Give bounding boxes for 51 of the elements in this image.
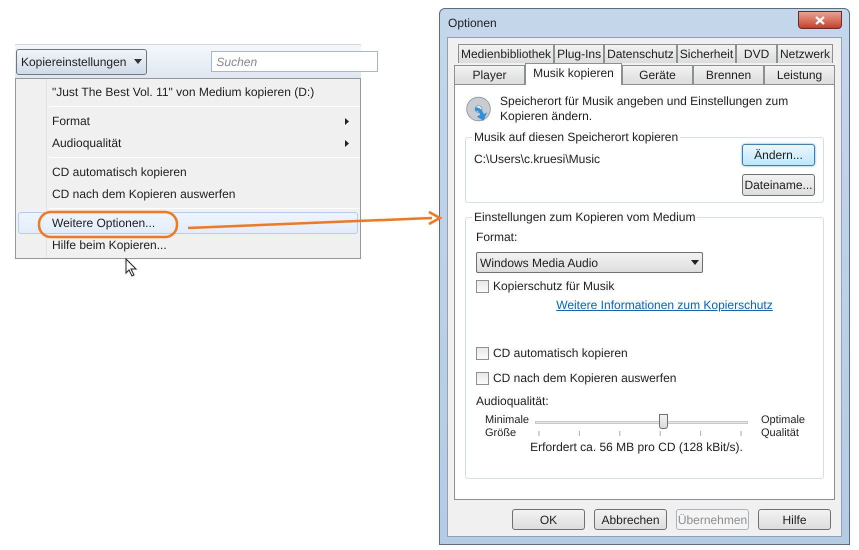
tab[interactable]: Medienbibliothek <box>458 44 554 63</box>
slider-max-label: Optimale Qualität <box>760 414 806 440</box>
mouse-cursor-icon <box>126 258 138 277</box>
tab[interactable]: Musik kopieren <box>525 63 622 85</box>
menu-item[interactable]: CD automatisch kopieren <box>18 161 358 183</box>
menu-item[interactable]: Format <box>18 110 358 132</box>
menu-item[interactable]: "Just The Best Vol. 11" von Medium kopieren (D:) <box>18 81 358 103</box>
tab[interactable]: Player <box>454 65 525 84</box>
dialog-button[interactable]: OK <box>512 509 585 530</box>
menu-item[interactable]: CD nach dem Kopieren auswerfen <box>18 183 358 205</box>
submenu-arrow-icon <box>345 118 349 124</box>
tab[interactable]: DVD <box>736 44 777 63</box>
caret-icon <box>691 260 699 265</box>
menu-item[interactable]: Hilfe beim Kopieren... <box>18 234 358 256</box>
info-link[interactable]: Weitere Informationen zum Kopierschutz <box>556 296 773 314</box>
checkbox-label: Kopierschutz für Musik <box>493 278 614 295</box>
dialog-button[interactable]: Hilfe <box>758 509 831 530</box>
quality-slider[interactable] <box>535 414 748 430</box>
group-title: Musik auf diesen Speicherort kopieren <box>472 130 680 144</box>
checkbox[interactable] <box>476 280 489 292</box>
submenu-arrow-icon <box>345 140 349 146</box>
dialog-button[interactable]: Ändern... <box>742 144 815 166</box>
format-dropdown[interactable]: Windows Media Audio <box>476 252 703 273</box>
format-label: Format: <box>476 229 518 246</box>
slider-thumb[interactable] <box>658 414 668 429</box>
tab[interactable]: Geräte <box>622 65 693 84</box>
checkbox[interactable] <box>476 372 489 384</box>
tab[interactable]: Sicherheit <box>676 44 736 63</box>
tab[interactable]: Netzwerk <box>776 44 833 63</box>
slider-min-label: Minimale Größe <box>484 414 530 440</box>
search-field[interactable]: Suchen <box>211 51 378 72</box>
dialog-button[interactable]: Dateiname... <box>742 174 815 196</box>
window-title: Optionen <box>447 15 497 32</box>
tab[interactable]: Plug-Ins <box>554 44 604 63</box>
checkbox-label: CD nach dem Kopieren auswerfen <box>493 370 676 387</box>
tab[interactable]: Leistung <box>764 65 835 84</box>
tab[interactable]: Brennen <box>693 65 764 84</box>
copy-settings-button[interactable]: Kopiereinstellungen <box>16 48 148 74</box>
close-button[interactable] <box>798 11 842 29</box>
description-text: Speicherort für Musik angeben und Einstellungen zum Kopieren ändern. <box>500 93 790 124</box>
caret-icon <box>134 59 142 64</box>
menu-item[interactable]: Audioqualität <box>18 132 358 154</box>
requirement-text: Erfordert ca. 56 MB pro CD (128 kBit/s). <box>530 439 743 456</box>
group-title: Einstellungen zum Kopieren vom Medium <box>472 210 698 224</box>
folder-path: C:\Users\c.kruesi\Music <box>474 151 600 168</box>
tab[interactable]: Datenschutz <box>604 44 677 63</box>
quality-label: Audioqualität: <box>476 393 550 410</box>
checkbox[interactable] <box>476 346 489 360</box>
close-icon <box>815 16 825 24</box>
dialog-button[interactable]: Abbrechen <box>594 509 667 530</box>
checkbox-label: CD automatisch kopieren <box>493 345 628 362</box>
